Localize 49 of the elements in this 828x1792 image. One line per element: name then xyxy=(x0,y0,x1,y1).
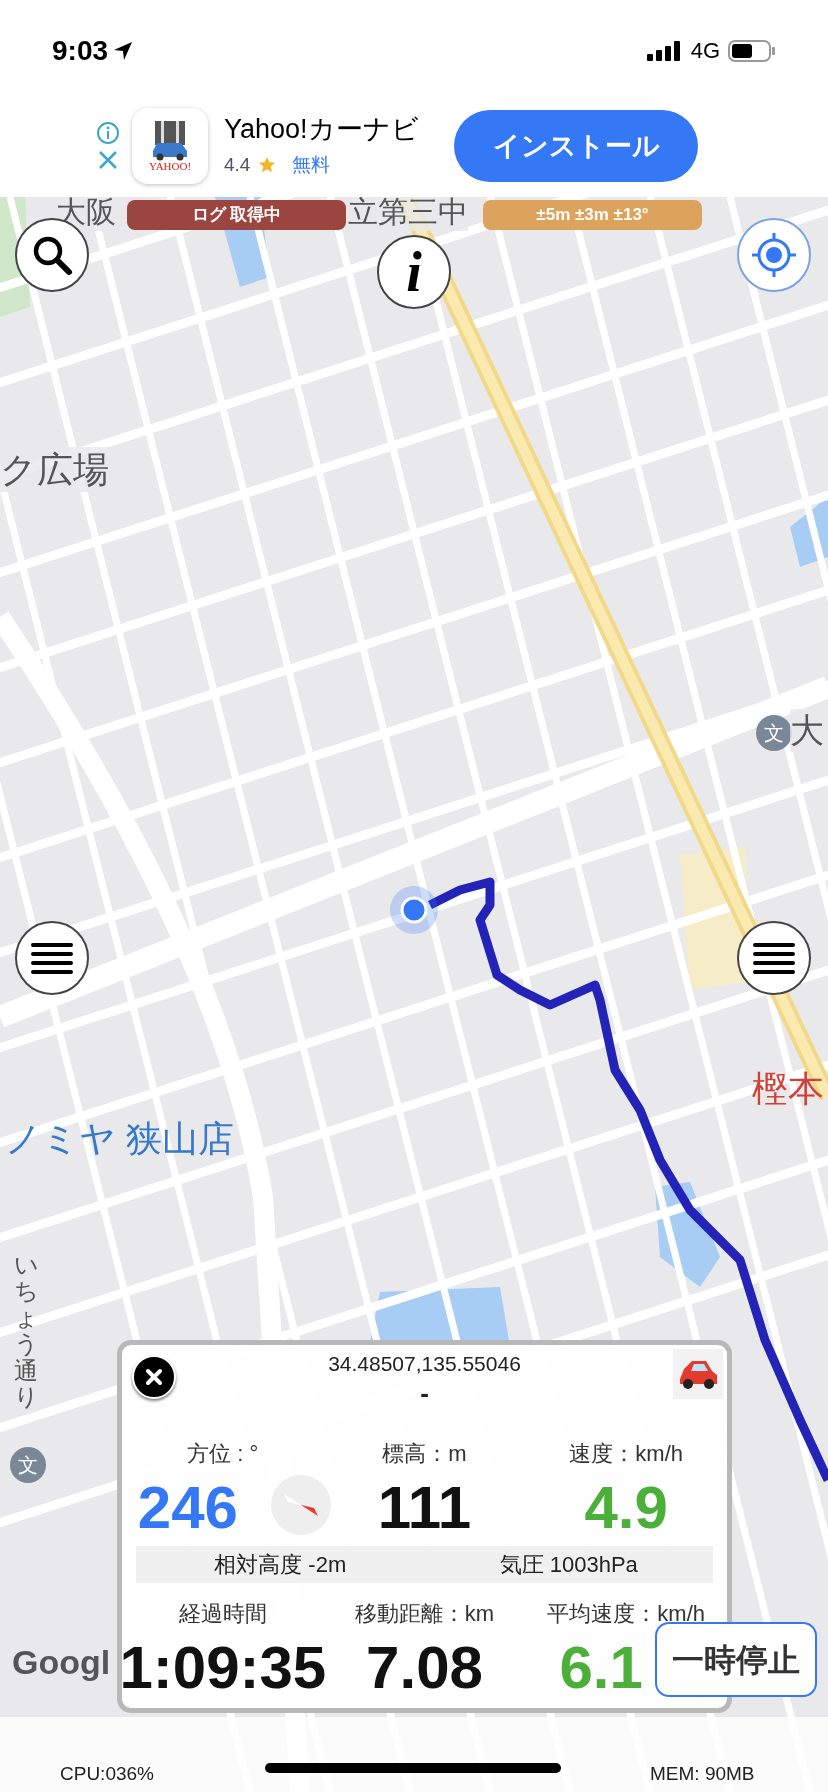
app-rating: 4.4 xyxy=(224,152,251,177)
logging-status-badge: ログ 取得中 xyxy=(127,200,346,230)
memory-usage-text: MEM: 90MB xyxy=(650,1762,755,1786)
pressure-text: 気圧 1003hPa xyxy=(498,1551,639,1579)
app-icon-logo-text: YAHOO! xyxy=(148,160,192,172)
status-time: 9:03 xyxy=(52,33,109,68)
altitude-value: 111 xyxy=(377,1473,472,1543)
station-label: 樫本 xyxy=(752,1067,824,1111)
speed-label: 速度：km/h xyxy=(569,1440,683,1468)
cpu-usage-text: CPU:036% xyxy=(60,1762,154,1786)
accuracy-badge: ±5m ±3m ±13° xyxy=(483,200,702,230)
compass-icon xyxy=(269,1474,332,1536)
install-button[interactable]: インストール xyxy=(454,110,698,182)
star-icon xyxy=(258,155,277,174)
location-arrow-icon xyxy=(112,39,135,62)
signal-icon xyxy=(646,40,683,61)
distance-label: 移動距離：km xyxy=(354,1600,495,1628)
pond xyxy=(790,497,828,567)
pause-button[interactable]: 一時停止 xyxy=(655,1622,817,1697)
close-button[interactable] xyxy=(132,1355,176,1399)
speed-value: 4.9 xyxy=(584,1473,668,1543)
average-speed-value: 6.1 xyxy=(559,1633,643,1703)
close-icon xyxy=(145,1368,163,1386)
distance-value: 7.08 xyxy=(366,1633,483,1703)
crosshair-icon xyxy=(750,231,798,279)
info-icon[interactable] xyxy=(96,121,120,145)
menu-icon xyxy=(753,941,795,975)
elapsed-time-value: 1:09:35 xyxy=(119,1633,327,1703)
place-label: 立第三中 xyxy=(348,197,468,231)
app-name: Yahoo!カーナビ xyxy=(224,112,420,146)
place-label: ク広場 xyxy=(0,447,109,492)
elapsed-time-label: 経過時間 xyxy=(178,1600,267,1628)
street-label: いちょう通り xyxy=(14,1252,38,1411)
vehicle-mode-button[interactable] xyxy=(673,1349,723,1399)
map-logo-text: Googl xyxy=(12,1642,111,1683)
address-text: - xyxy=(420,1377,429,1410)
heading-label: 方位 : ° xyxy=(187,1440,259,1468)
altitude-label: 標高：m xyxy=(382,1440,467,1468)
heading-value: 246 xyxy=(137,1473,238,1543)
network-label: 4G xyxy=(690,37,720,65)
battery-icon xyxy=(728,39,776,62)
coordinates-text: 34.48507,135.55046 xyxy=(328,1351,521,1377)
current-location-marker xyxy=(390,886,438,934)
close-icon[interactable] xyxy=(97,149,119,171)
place-label: 大 xyxy=(790,709,824,752)
menu-icon xyxy=(31,941,73,975)
relative-altitude-text: 相対高度 -2m xyxy=(213,1551,348,1579)
shop-label: ノミヤ 狭山店 xyxy=(5,1117,234,1161)
app-price: 無料 xyxy=(292,152,331,177)
